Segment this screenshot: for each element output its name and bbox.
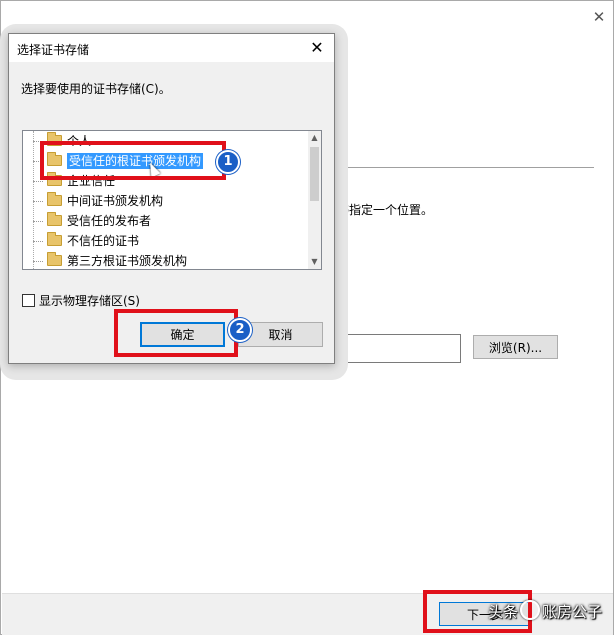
tree-item-intermediate-ca[interactable]: 中间证书颁发机构 bbox=[33, 192, 164, 211]
tree-scrollbar[interactable]: ▲ ▼ bbox=[308, 131, 321, 269]
dialog-titlebar: 选择证书存储 ✕ bbox=[9, 34, 334, 62]
tree-item-label: 受信任的发布者 bbox=[67, 214, 152, 228]
folder-icon bbox=[47, 192, 62, 206]
folder-icon bbox=[47, 232, 62, 246]
tree-item-label: 第三方根证书颁发机构 bbox=[67, 254, 188, 268]
tree-item-label: 不信任的证书 bbox=[67, 234, 140, 248]
watermark: 头条 账房公子 bbox=[488, 600, 602, 622]
store-prompt: 选择要使用的证书存储(C)。 bbox=[21, 82, 171, 96]
wizard-separator bbox=[337, 167, 594, 168]
annotation-box-trusted-root bbox=[40, 141, 226, 180]
certificate-store-field[interactable] bbox=[331, 334, 461, 363]
tree-item-untrusted[interactable]: 不信任的证书 bbox=[33, 232, 140, 251]
show-physical-stores-row[interactable]: 显示物理存储区(S) bbox=[22, 292, 140, 309]
folder-icon bbox=[47, 252, 62, 266]
scrollbar-thumb[interactable] bbox=[310, 147, 319, 201]
step-marker-2: 2 bbox=[228, 318, 252, 342]
watermark-text-right: 账房公子 bbox=[542, 603, 603, 621]
wizard-location-text: 书指定一个位置。 bbox=[337, 203, 434, 217]
step-marker-1: 1 bbox=[216, 150, 240, 174]
dialog-title: 选择证书存储 bbox=[17, 43, 90, 57]
tree-item-third-party-root[interactable]: 第三方根证书颁发机构 bbox=[33, 252, 188, 269]
watermark-text-left: 头条 bbox=[488, 603, 519, 621]
browse-button[interactable]: 浏览(R)... bbox=[473, 335, 558, 359]
show-physical-stores-checkbox[interactable] bbox=[22, 294, 35, 307]
scroll-up-arrow-icon[interactable]: ▲ bbox=[308, 131, 321, 145]
tree-item-label: 中间证书颁发机构 bbox=[67, 194, 164, 208]
show-physical-stores-label: 显示物理存储区(S) bbox=[39, 294, 140, 308]
watermark-logo-icon bbox=[520, 600, 541, 620]
folder-icon bbox=[47, 212, 62, 226]
wizard-close-icon[interactable]: ✕ bbox=[589, 7, 609, 27]
tree-item-trusted-publishers[interactable]: 受信任的发布者 bbox=[33, 212, 152, 231]
scroll-down-arrow-icon[interactable]: ▼ bbox=[308, 255, 321, 269]
annotation-box-ok bbox=[114, 309, 238, 357]
dialog-close-icon[interactable]: ✕ bbox=[306, 37, 328, 59]
